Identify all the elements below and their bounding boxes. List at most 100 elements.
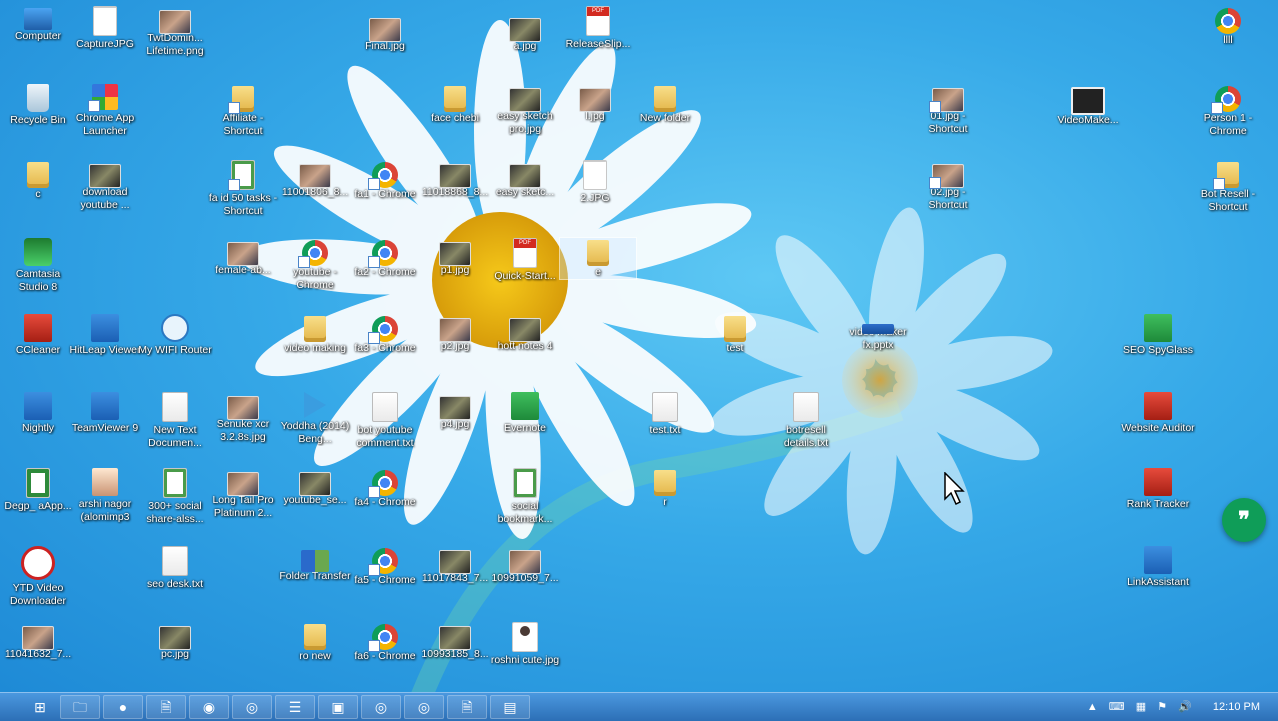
desktop-icon[interactable]: Evernote: [487, 392, 563, 435]
desktop-icon[interactable]: Yoddha (2014) Beng...: [277, 392, 353, 446]
desktop-icon[interactable]: p4.jpg: [417, 392, 493, 431]
desktop-icon[interactable]: Computer: [0, 6, 76, 43]
desktop-icon[interactable]: roshni cute.jpg: [487, 622, 563, 667]
clock[interactable]: 12:10 PM: [1213, 701, 1260, 713]
desktop-icon[interactable]: fa2 - Chrome: [347, 238, 423, 279]
desktop-icon[interactable]: 02.jpg - Shortcut: [910, 160, 986, 212]
desktop-icon[interactable]: bot youtube comment.txt: [347, 392, 423, 450]
desktop-icon[interactable]: r: [627, 468, 703, 509]
firefox-nightly-button[interactable]: ◉: [189, 695, 229, 719]
chrome-button-3[interactable]: ◎: [404, 695, 444, 719]
img-icon: [929, 164, 964, 189]
desktop-icon[interactable]: easy sketch pro.jpg: [487, 84, 563, 136]
desktop-icon[interactable]: ro new: [277, 622, 353, 663]
desktop-icon[interactable]: Camtasia Studio 8: [0, 238, 76, 294]
desktop-icon[interactable]: seo desk.txt: [137, 546, 213, 591]
desktop-icon[interactable]: CCleaner: [0, 314, 76, 357]
desktop-icon[interactable]: botresell details.txt: [768, 392, 844, 450]
desktop-icon[interactable]: fa4 - Chrome: [347, 468, 423, 509]
desktop-icon[interactable]: My WIFI Router: [137, 314, 213, 357]
file-explorer-button[interactable]: 🗀: [60, 695, 100, 719]
desktop-icon[interactable]: test: [697, 314, 773, 355]
desktop-icon[interactable]: Chrome App Launcher: [67, 84, 143, 138]
desktop-icon[interactable]: VideoMake...: [1050, 84, 1126, 127]
desktop-icon[interactable]: LinkAssistant: [1120, 546, 1196, 589]
desktop-icon[interactable]: 300+ social share-alss...: [137, 468, 213, 526]
yt-icon: [21, 546, 55, 580]
desktop-icon[interactable]: Rank Tracker: [1120, 468, 1196, 511]
desktop-icon[interactable]: Final.jpg: [347, 14, 423, 53]
notepad-button[interactable]: 🗎: [146, 695, 186, 719]
desktop-icon[interactable]: fa id 50 tasks - Shortcut: [205, 160, 281, 218]
desktop-icon[interactable]: 11018868_8...: [417, 160, 493, 199]
desktop-icon[interactable]: New folder: [627, 84, 703, 125]
bin-icon: [27, 84, 49, 112]
desktop-icon[interactable]: SEO SpyGlass: [1120, 314, 1196, 357]
desktop-icon[interactable]: l.jpg: [557, 84, 633, 123]
desktop[interactable]: Computer CaptureJPG TwtDomin... Lifetime.p…: [0, 0, 1278, 692]
desktop-icon[interactable]: Quick-Start...: [487, 238, 563, 283]
desktop-icon[interactable]: Affiliate - Shortcut: [205, 84, 281, 138]
notes-button[interactable]: ☰: [275, 695, 315, 719]
app-button[interactable]: ▤: [490, 695, 530, 719]
notepad-button-2[interactable]: 🗎: [447, 695, 487, 719]
desktop-icon[interactable]: Website Auditor: [1120, 392, 1196, 435]
hangouts-bubble-icon[interactable]: ❞: [1222, 498, 1266, 542]
desktop-icon[interactable]: p2.jpg: [417, 314, 493, 353]
desktop-icon[interactable]: TeamViewer 9: [67, 392, 143, 435]
desktop-icon[interactable]: Nightly: [0, 392, 76, 435]
desktop-icon[interactable]: 11041632_7...: [0, 622, 76, 661]
desktop-icon[interactable]: fa1 - Chrome: [347, 160, 423, 201]
desktop-icon[interactable]: p1.jpg: [417, 238, 493, 277]
desktop-icon[interactable]: 2.JPG: [557, 160, 633, 205]
desktop-icon[interactable]: HitLeap Viewer: [67, 314, 143, 357]
action-center-flag-icon[interactable]: ⚑: [1157, 701, 1167, 713]
input-method-icon[interactable]: ⌨: [1109, 701, 1125, 713]
desktop-icon[interactable]: YTD Video Downloader: [0, 546, 76, 608]
desktop-icon[interactable]: 11017843_7...: [417, 546, 493, 585]
desktop-icon[interactable]: female-ab...: [205, 238, 281, 277]
desktop-icon[interactable]: youtube_se...: [277, 468, 353, 507]
desktop-icon[interactable]: hott notes 4: [487, 314, 563, 353]
desktop-icon[interactable]: Degp_ aApp...: [0, 468, 76, 513]
chrome-button-2[interactable]: ◎: [361, 695, 401, 719]
desktop-icon[interactable]: face chebi: [417, 84, 493, 125]
desktop-icon[interactable]: fa5 - Chrome: [347, 546, 423, 587]
desktop-icon[interactable]: video making: [277, 314, 353, 355]
app-red-button[interactable]: ●: [103, 695, 143, 719]
network-icon[interactable]: ▦: [1136, 701, 1146, 713]
desktop-icon[interactable]: 11001806_8...: [277, 160, 353, 199]
desktop-icon[interactable]: fa3 - Chrome: [347, 314, 423, 355]
volume-icon[interactable]: 🔊: [1178, 701, 1192, 713]
desktop-icon[interactable]: 10993185_8...: [417, 622, 493, 661]
desktop-icon[interactable]: CaptureJPG: [67, 6, 143, 51]
camtasia-button[interactable]: ▣: [318, 695, 358, 719]
start-button[interactable]: ⊞: [20, 695, 60, 719]
desktop-icon[interactable]: arshi nagor (alomimp3: [67, 468, 143, 524]
desktop-icon[interactable]: 01.jpg - Shortcut: [910, 84, 986, 136]
desktop-icon[interactable]: Bot Resell - Shortcut: [1190, 160, 1266, 214]
desktop-icon[interactable]: 10991059_7...: [487, 546, 563, 585]
desktop-icon[interactable]: youtube - Chrome: [277, 238, 353, 292]
desktop-icon[interactable]: social bookmark...: [487, 468, 563, 526]
desktop-icon[interactable]: Folder Transfer: [277, 546, 353, 583]
desktop-icon[interactable]: video maker fx.pptx: [840, 314, 916, 352]
desktop-icon[interactable]: llll: [1190, 6, 1266, 47]
desktop-icon[interactable]: Senuke xcr 3.2.8s.jpg: [205, 392, 281, 444]
desktop-icon[interactable]: Long Tail Pro Platinum 2...: [205, 468, 281, 520]
desktop-icon[interactable]: pc.jpg: [137, 622, 213, 661]
desktop-icon[interactable]: TwtDomin... Lifetime.png: [137, 6, 213, 58]
chrome-button-1[interactable]: ◎: [232, 695, 272, 719]
desktop-icon[interactable]: a.jpg: [487, 14, 563, 53]
desktop-icon[interactable]: ReleaseSlip...: [560, 6, 636, 51]
desktop-icon[interactable]: easy sketc...: [487, 160, 563, 199]
desktop-icon[interactable]: Recycle Bin: [0, 84, 76, 127]
desktop-icon[interactable]: fa6 - Chrome: [347, 622, 423, 663]
desktop-icon[interactable]: Person 1 - Chrome: [1190, 84, 1266, 138]
desktop-icon[interactable]: e: [559, 237, 637, 280]
desktop-icon[interactable]: New Text Documen...: [137, 392, 213, 450]
desktop-icon[interactable]: c: [0, 160, 76, 201]
chevron-up-icon[interactable]: ▲: [1087, 701, 1098, 713]
desktop-icon[interactable]: download youtube ...: [67, 160, 143, 212]
desktop-icon[interactable]: test.txt: [627, 392, 703, 437]
